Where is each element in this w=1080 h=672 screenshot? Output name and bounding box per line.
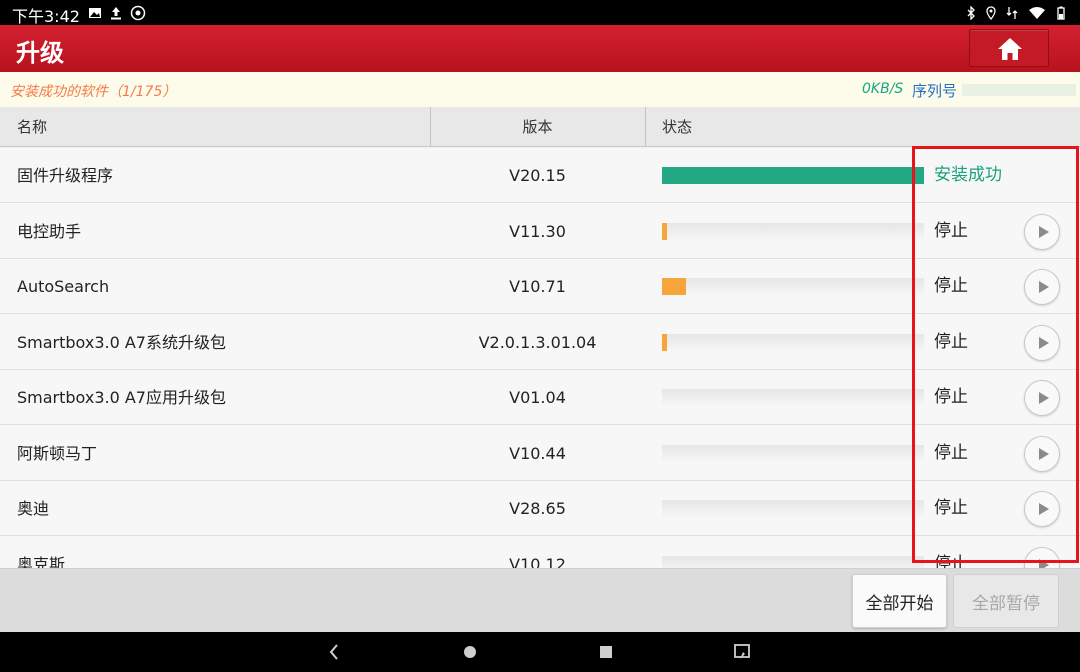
action-bar: 全部开始 全部暂停: [0, 568, 1080, 632]
play-button[interactable]: [1024, 213, 1060, 250]
software-name: AutoSearch: [17, 277, 110, 296]
progress-bar: [662, 333, 924, 351]
progress-bar: [662, 222, 924, 240]
software-version: V20.15: [509, 166, 566, 185]
software-list[interactable]: 固件升级程序 V20.15 安装成功 电控助手 V11.30 停止 AutoSe…: [0, 148, 1080, 568]
status-text: 停止: [934, 331, 968, 352]
software-version: V10.12: [509, 554, 566, 569]
software-version: V11.30: [509, 221, 566, 241]
play-button[interactable]: [1024, 491, 1060, 527]
home-icon: [998, 38, 1022, 60]
progress-bar: [662, 167, 924, 184]
software-version: V28.65: [509, 499, 566, 518]
info-bar: 安装成功的软件（1/175） 0KB/S 序列号: [0, 72, 1080, 107]
data-arrows-icon: [1006, 7, 1018, 19]
progress-fill: [662, 278, 686, 295]
recents-icon[interactable]: [596, 642, 616, 662]
bluetooth-icon: [967, 6, 975, 20]
software-version: V10.71: [509, 277, 566, 296]
software-name: 固件升级程序: [17, 166, 114, 185]
upload-icon: [111, 7, 121, 20]
play-button[interactable]: [1024, 269, 1060, 305]
status-right-icons: [966, 4, 1066, 22]
table-header: 名称 版本 状态: [0, 107, 1080, 147]
software-name: 阿斯顿马丁: [17, 443, 98, 463]
battery-icon: [1057, 6, 1065, 20]
play-icon: [1039, 336, 1049, 349]
status-left-icons: [88, 4, 146, 22]
software-name: Smartbox3.0 A7应用升级包: [17, 388, 226, 407]
play-icon: [1039, 392, 1049, 404]
play-icon: [1039, 281, 1049, 293]
play-button[interactable]: [1024, 380, 1060, 416]
navigation-bar: [0, 632, 1080, 672]
software-name: Smartbox3.0 A7系统升级包: [17, 332, 226, 352]
status-text: 停止: [934, 387, 968, 407]
play-button[interactable]: [1024, 435, 1060, 472]
play-button[interactable]: [1024, 546, 1060, 568]
progress-bar: [662, 500, 924, 517]
progress-bar: [662, 555, 924, 568]
column-header-version: 版本: [522, 118, 553, 136]
status-time: 下午3:42: [12, 7, 80, 26]
home-button[interactable]: [969, 29, 1049, 67]
column-divider: [645, 107, 646, 147]
back-icon[interactable]: [324, 642, 344, 662]
software-name: 奥克斯: [17, 554, 66, 569]
progress-fill: [662, 333, 668, 351]
table-row[interactable]: 阿斯顿马丁 V10.44 停止: [0, 425, 1080, 481]
download-speed: 0KB/S: [862, 81, 904, 97]
serial-number-label: 序列号: [912, 82, 958, 100]
serial-number-value: [962, 84, 1076, 96]
status-text: 停止: [934, 553, 968, 569]
screenshot-icon[interactable]: [732, 642, 752, 662]
table-row[interactable]: 固件升级程序 V20.15 安装成功: [0, 148, 1080, 203]
play-icon: [1039, 447, 1049, 460]
progress-fill: [662, 167, 924, 184]
table-row[interactable]: Smartbox3.0 A7系统升级包 V2.0.1.3.01.04 停止: [0, 314, 1080, 370]
software-name: 奥迪: [17, 499, 50, 518]
column-header-name: 名称: [17, 118, 48, 136]
software-version: V2.0.1.3.01.04: [478, 332, 597, 352]
home-nav-icon[interactable]: [460, 642, 480, 662]
location-icon: [986, 6, 996, 20]
play-icon: [1039, 558, 1049, 568]
status-bar: 下午3:42: [0, 0, 1080, 26]
status-text: 停止: [934, 442, 968, 463]
table-row[interactable]: 奥克斯 V10.12 停止: [0, 536, 1080, 569]
image-icon: [89, 8, 101, 18]
pause-all-button[interactable]: 全部暂停: [953, 574, 1059, 628]
progress-fill: [662, 222, 668, 240]
play-icon: [1039, 225, 1049, 238]
status-text: 安装成功: [934, 165, 1002, 185]
table-row[interactable]: AutoSearch V10.71 停止: [0, 259, 1080, 314]
status-text: 停止: [934, 276, 968, 296]
title-bar: 升级: [0, 25, 1080, 72]
play-button[interactable]: [1024, 324, 1060, 361]
table-row[interactable]: 电控助手 V11.30 停止: [0, 203, 1080, 259]
wifi-icon: [1029, 7, 1045, 19]
software-name: 电控助手: [17, 221, 82, 241]
gear-badge-icon: [130, 5, 146, 21]
progress-bar: [662, 278, 924, 295]
software-version: V10.44: [509, 443, 566, 463]
play-icon: [1039, 503, 1049, 515]
table-row[interactable]: 奥迪 V28.65 停止: [0, 481, 1080, 536]
page-title: 升级: [16, 39, 64, 67]
install-count-message: 安装成功的软件（1/175）: [10, 84, 177, 100]
progress-bar: [662, 444, 924, 462]
status-text: 停止: [934, 220, 968, 241]
start-all-button[interactable]: 全部开始: [852, 574, 947, 628]
status-text: 停止: [934, 498, 968, 518]
table-row[interactable]: Smartbox3.0 A7应用升级包 V01.04 停止: [0, 370, 1080, 425]
column-header-status: 状态: [662, 118, 693, 136]
software-version: V01.04: [509, 388, 566, 407]
progress-bar: [662, 389, 924, 406]
